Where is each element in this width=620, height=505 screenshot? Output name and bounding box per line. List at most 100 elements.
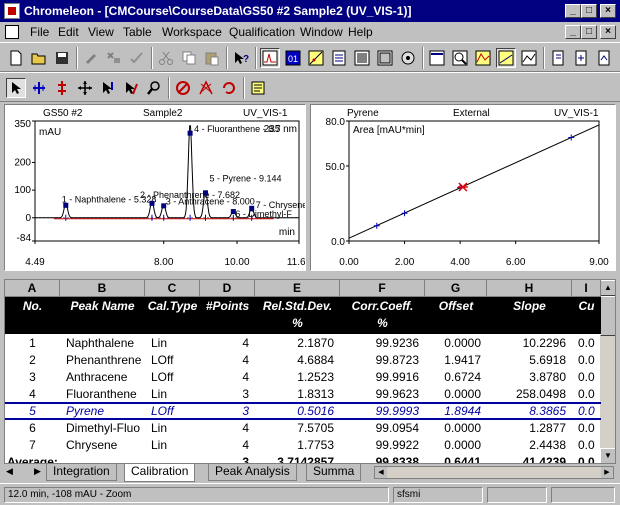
average-cell[interactable]: 3.7142857 [255,454,340,463]
table-cell[interactable]: 1.8313 [255,386,340,403]
table-cell[interactable]: 0.0 [572,352,601,369]
average-cell[interactable] [145,454,200,463]
table-cell[interactable]: Dimethyl-Fluo [60,420,145,437]
table-cell[interactable]: 2.4438 [487,437,572,454]
column-header[interactable]: Slope [487,298,572,315]
peak-purity-icon[interactable] [398,48,418,68]
menu-help[interactable]: Help [348,25,373,39]
average-cell[interactable]: 0.6441 [425,454,487,463]
multi-view-icon[interactable] [519,48,539,68]
table-cell[interactable]: 4 [200,420,255,437]
table-cell[interactable]: 99.9623 [340,386,425,403]
minimize-button[interactable]: _ [565,4,581,18]
child-close-button[interactable]: × [600,25,616,39]
new-icon[interactable] [6,48,26,68]
table-cell[interactable]: 0.0 [572,369,601,386]
table-cell[interactable]: Lin [145,437,200,454]
split-icon[interactable] [473,48,493,68]
table-cell[interactable]: Fluoranthene [60,386,145,403]
table-cell[interactable]: 99.9993 [340,403,425,420]
column-header[interactable]: Offset [425,298,487,315]
calibration-plot[interactable]: 80.0 50.0 0.0 0.00 2.00 4.00 6.00 9.00 Area [mAU… [311,105,615,270]
table-cell[interactable]: 6 [5,420,60,437]
table-cell[interactable]: 7.5705 [255,420,340,437]
help-pointer-icon[interactable]: ? [231,48,251,68]
table-cell[interactable]: Naphthalene [60,335,145,352]
peak-table-icon[interactable]: 01 [283,48,303,68]
column-header[interactable]: Cu [572,298,601,315]
table-cell[interactable]: 99.0954 [340,420,425,437]
column-letter-header[interactable]: G [425,280,487,297]
refresh-icon[interactable] [219,78,239,98]
table-cell[interactable]: 0.0 [572,335,601,352]
cut-icon[interactable] [156,48,176,68]
table-cell[interactable]: 1.8944 [425,403,487,420]
table-cell[interactable]: 0.0000 [425,335,487,352]
horizontal-scrollbar[interactable]: ◀ ▶ [374,466,614,479]
column-header[interactable]: #Points [200,298,255,315]
average-cell[interactable]: Average: [5,454,60,463]
select-peak-icon[interactable] [98,78,118,98]
tab-calibration[interactable]: Calibration [124,464,196,482]
table-cell[interactable]: 3.8780 [487,369,572,386]
table-cell[interactable]: 0.6724 [425,369,487,386]
delimiter-icon[interactable] [121,78,141,98]
table-cell[interactable]: 99.9922 [340,437,425,454]
grid-icon[interactable] [375,48,395,68]
table-cell[interactable]: 8.3865 [487,403,572,420]
table-cell[interactable]: 4 [200,437,255,454]
move-icon[interactable] [75,78,95,98]
table-cell[interactable]: 4 [200,369,255,386]
column-letter-header[interactable]: H [487,280,572,297]
column-header[interactable]: Rel.Std.Dev. [255,298,340,315]
column-header[interactable]: Peak Name [60,298,145,315]
tab-peak-analysis[interactable]: Peak Analysis [208,464,297,481]
table-cell[interactable]: 0.0 [572,437,601,454]
child-minimize-button[interactable]: _ [565,25,581,39]
last-sample-icon[interactable] [594,48,614,68]
table-cell[interactable]: 0.0000 [425,437,487,454]
scroll-right-button[interactable]: ▶ [601,467,613,478]
table-cell[interactable]: 0.0000 [425,386,487,403]
menu-window[interactable]: Window [300,25,343,39]
table-cell[interactable]: 0.0000 [425,420,487,437]
menu-table[interactable]: Table [123,25,152,39]
next-sample-icon[interactable] [571,48,591,68]
menu-workspace[interactable]: Workspace [162,25,222,39]
table-cell[interactable]: 0.0 [572,420,601,437]
paste-icon[interactable] [202,48,222,68]
child-restore-button[interactable]: □ [581,25,597,39]
table-cell[interactable]: 2 [5,352,60,369]
table-cell[interactable]: Phenanthrene [60,352,145,369]
tab-nav-prev-icon[interactable]: ◀ [6,466,13,477]
average-cell[interactable]: 41.4239 [487,454,572,463]
table-cell[interactable]: Lin [145,386,200,403]
chromatogram-icon[interactable] [260,48,280,68]
table-cell[interactable]: 10.2296 [487,335,572,352]
close-button[interactable]: × [600,4,616,18]
table-cell[interactable]: 0.0 [572,386,601,403]
vertical-scrollbar[interactable]: ▲ ▼ [600,280,615,463]
calibration-table[interactable]: ▲ ▼ A B C D E F G H I No. Peak Name Cal.Type #Points… [4,279,616,464]
chromatogram-panel[interactable]: GS50 #2 Sample2 UV_VIS-1 350 200 100 0 -84 4.… [4,104,306,271]
check-icon[interactable] [127,48,147,68]
layout-icon[interactable] [352,48,372,68]
column-header[interactable]: Cal.Type [145,298,200,315]
print-icon[interactable] [104,48,124,68]
scroll-up-button[interactable]: ▲ [600,280,615,296]
column-letter-header[interactable]: E [255,280,340,297]
column-header[interactable]: No. [5,298,60,315]
spectra-icon[interactable] [427,48,447,68]
table-cell[interactable]: 0.0 [572,403,601,420]
table-cell[interactable]: Pyrene [60,403,145,420]
report-icon[interactable] [329,48,349,68]
table-cell[interactable]: 3 [5,369,60,386]
table-cell[interactable]: 1.9417 [425,352,487,369]
table-cell[interactable]: 3 [200,403,255,420]
tab-integration[interactable]: Integration [46,464,117,481]
table-cell[interactable]: Chrysene [60,437,145,454]
table-cell[interactable]: LOff [145,369,200,386]
app-icon[interactable] [4,3,20,19]
table-cell[interactable]: 1.7753 [255,437,340,454]
chromatogram-plot[interactable]: 3502001000-844.498.0010.0011.69mAU235 nm… [5,105,305,270]
